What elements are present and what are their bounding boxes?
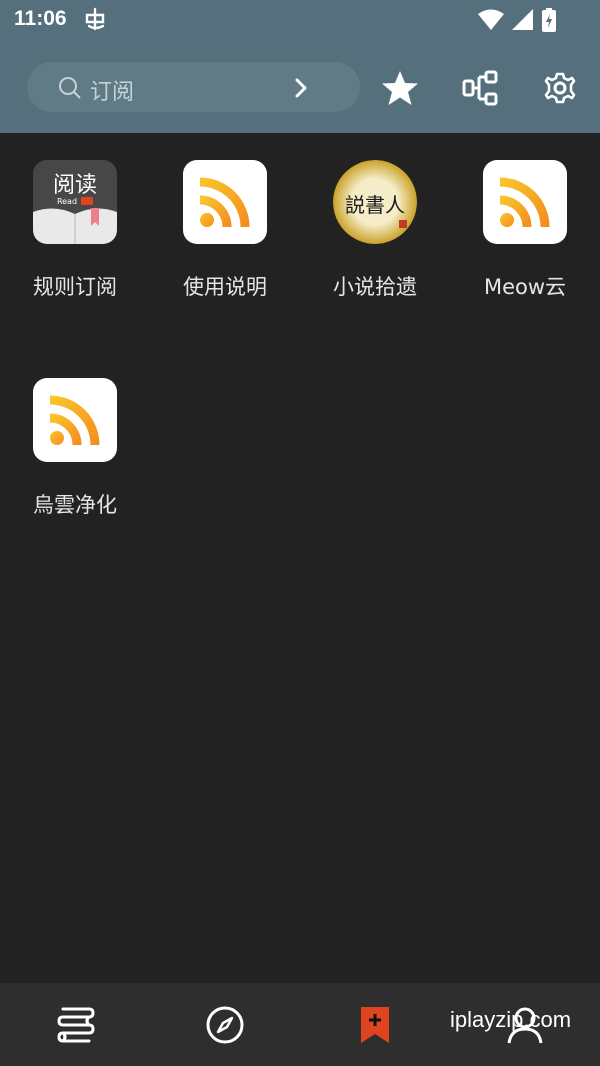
status-bar: 11:06: [0, 0, 600, 42]
rules-tree-icon[interactable]: [460, 68, 500, 108]
subscription-item[interactable]: 説書人 小说拾遗: [300, 133, 450, 303]
subscription-label: 烏雲净化: [33, 493, 117, 517]
storyteller-icon: 説書人: [333, 160, 417, 244]
compass-icon[interactable]: [203, 1003, 247, 1047]
svg-text:説書人: 説書人: [345, 193, 405, 217]
subscription-item[interactable]: Meow云: [450, 133, 600, 303]
chevron-right-icon[interactable]: [294, 78, 308, 102]
subscription-label: 小说拾遗: [333, 275, 417, 299]
watermark: iplayzip.com: [450, 1007, 572, 1032]
wifi-icon: [478, 9, 504, 30]
books-icon[interactable]: [53, 1003, 97, 1047]
status-icons: [478, 8, 556, 32]
subscription-label: 规则订阅: [33, 275, 117, 299]
subscription-label: 使用说明: [183, 275, 267, 299]
gear-icon[interactable]: [540, 68, 580, 108]
subscription-item[interactable]: 阅读 Read 规则订阅: [0, 133, 150, 303]
bookmark-add-icon[interactable]: [353, 1003, 397, 1047]
rss-icon: [483, 160, 567, 244]
signal-icon: [512, 9, 533, 30]
app-notification-icon: [82, 6, 108, 38]
read-app-icon: 阅读 Read: [33, 160, 117, 244]
rss-icon: [33, 378, 117, 462]
subscription-item[interactable]: 烏雲净化: [0, 351, 150, 521]
svg-text:阅读: 阅读: [53, 173, 97, 198]
search-input[interactable]: 订阅: [27, 62, 360, 112]
star-icon[interactable]: [380, 68, 420, 108]
search-placeholder: 订阅: [90, 80, 135, 105]
status-time: 11:06: [14, 7, 67, 30]
subscription-grid: 阅读 Read 规则订阅 使用说明 説書人 小说拾遗 Meow云 烏雲净化: [0, 133, 600, 983]
svg-text:Read: Read: [57, 197, 77, 206]
subscription-label: Meow云: [483, 275, 567, 299]
search-icon: [58, 76, 82, 104]
battery-icon: [542, 8, 556, 32]
rss-icon: [183, 160, 267, 244]
subscription-item[interactable]: 使用说明: [150, 133, 300, 303]
top-app-bar: 11:06 订阅: [0, 0, 600, 133]
